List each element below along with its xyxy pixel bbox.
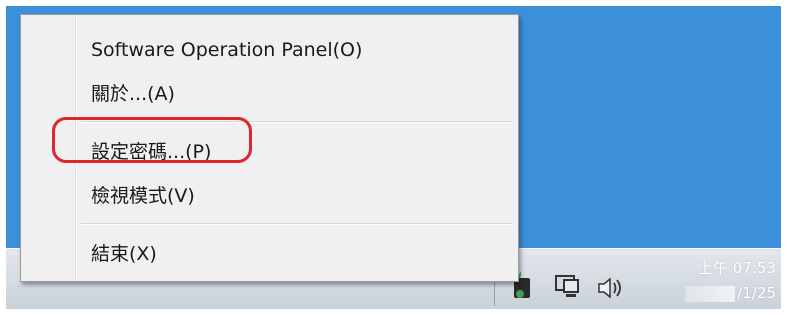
date-redaction (685, 285, 736, 302)
menu-item-view-mode[interactable]: 檢視模式(V) (23, 179, 516, 213)
menu-item-exit[interactable]: 結束(X) (23, 237, 516, 271)
system-clock[interactable]: 上午 07:53 /1/25 (646, 256, 776, 306)
volume-icon[interactable] (596, 276, 626, 300)
menu-item-about[interactable]: 關於...(A) (23, 77, 516, 111)
menu-item-label: 檢視模式(V) (91, 185, 195, 207)
highlight-callout (52, 117, 252, 163)
menu-item-label: Software Operation Panel(O) (91, 39, 363, 61)
network-icon[interactable] (554, 274, 582, 300)
clock-date: /1/25 (737, 284, 776, 302)
screenshot-frame: 上午 07:53 /1/25 Software Operation Panel(… (6, 6, 781, 309)
menu-item-label: 結束(X) (91, 243, 157, 265)
clock-time: 上午 07:53 (698, 259, 776, 277)
menu-item-label: 關於...(A) (91, 83, 175, 105)
menu-item-software-operation-panel[interactable]: Software Operation Panel(O) (23, 33, 516, 67)
clock-date-row: /1/25 (646, 281, 776, 306)
menu-separator (81, 223, 513, 225)
